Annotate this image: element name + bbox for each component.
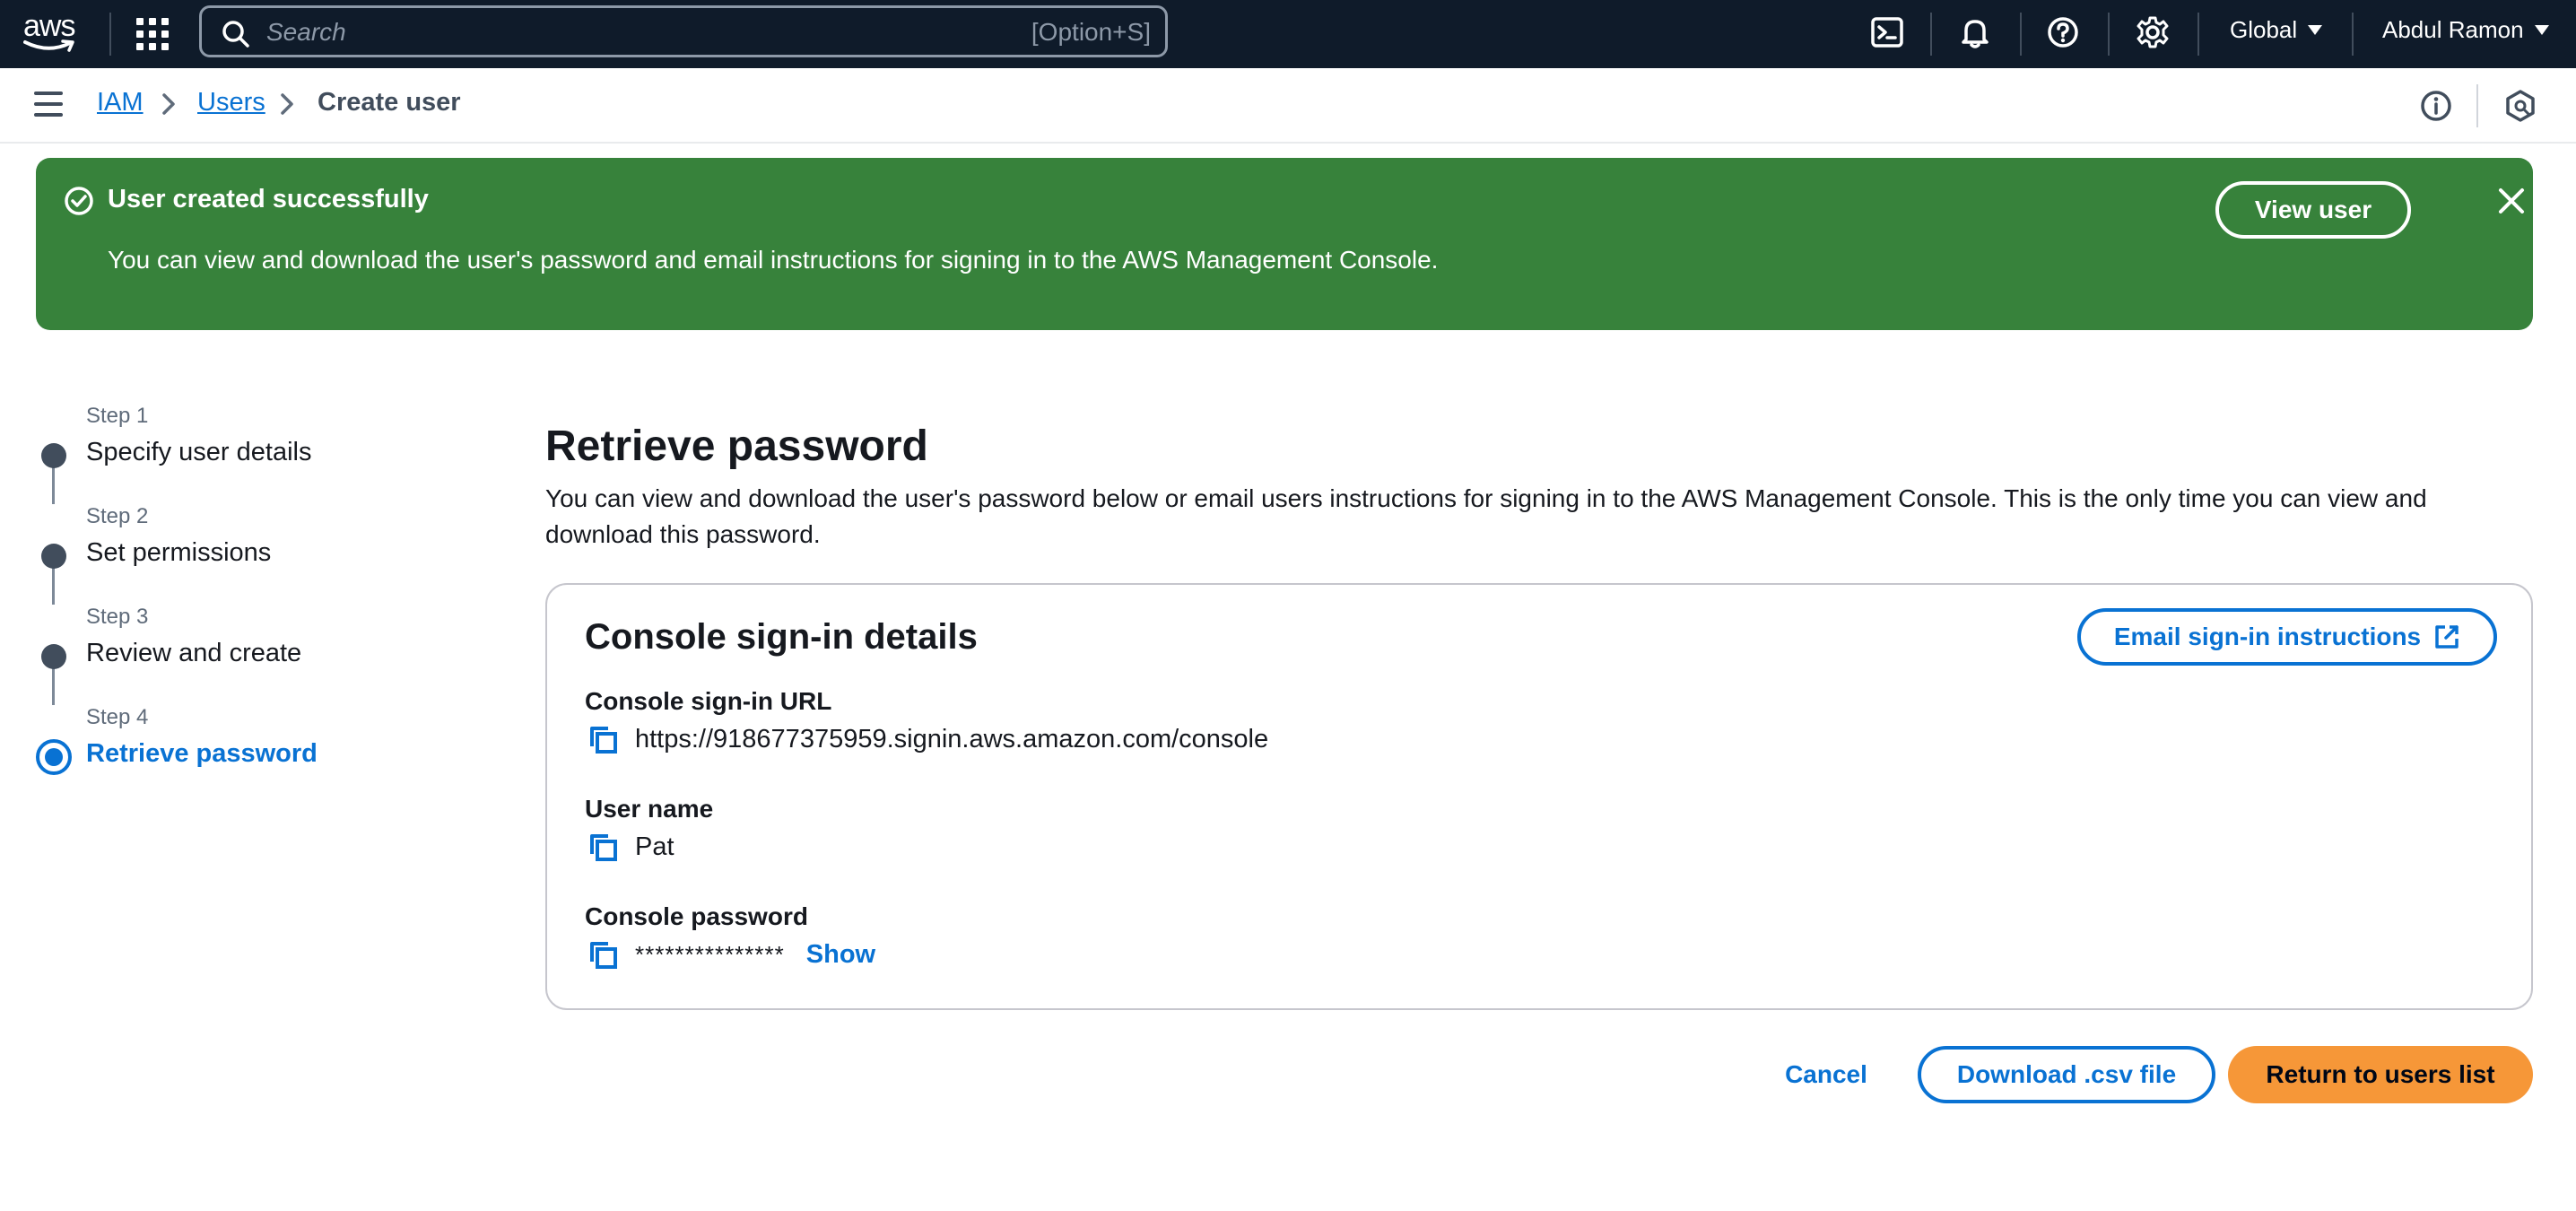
password-value: ***************: [635, 940, 785, 968]
nav-divider: [2020, 13, 2022, 56]
step-number: Step 2: [86, 504, 149, 528]
help-icon[interactable]: [2045, 14, 2081, 50]
nav-divider: [109, 13, 111, 56]
account-menu[interactable]: Abdul Ramon: [2382, 16, 2549, 44]
email-sign-in-instructions-button[interactable]: Email sign-in instructions: [2077, 608, 2497, 666]
top-navigation: aws Search [Option+S] Global Abdul Ramon: [0, 0, 2576, 68]
nav-divider: [2352, 13, 2354, 56]
view-user-button[interactable]: View user: [2215, 181, 2411, 239]
step-label[interactable]: Review and create: [86, 639, 301, 668]
divider: [2476, 84, 2478, 127]
wizard-step-4: Step 4 Retrieve password: [36, 705, 502, 795]
security-hexagon-icon[interactable]: [2502, 88, 2538, 124]
password-label: Console password: [585, 902, 808, 930]
external-link-icon: [2435, 625, 2459, 649]
success-flash-banner: User created successfully You can view a…: [36, 158, 2533, 330]
step-number: Step 1: [86, 404, 149, 428]
wizard-steps: Step 1 Specify user details Step 2 Set p…: [36, 404, 502, 780]
cloudshell-icon[interactable]: [1869, 14, 1905, 50]
breadcrumb-iam[interactable]: IAM: [97, 88, 144, 118]
chevron-right-icon: [281, 93, 293, 115]
success-check-icon: [65, 187, 93, 215]
step-number: Step 3: [86, 605, 149, 629]
info-icon[interactable]: [2418, 88, 2454, 124]
username-label: User name: [585, 795, 714, 823]
search-input[interactable]: Search [Option+S]: [199, 5, 1168, 57]
page-description: You can view and download the user's pas…: [545, 484, 2427, 548]
step-indicator: [41, 544, 66, 569]
region-selector[interactable]: Global: [2230, 16, 2323, 44]
step-indicator-active: [36, 739, 72, 775]
step-indicator: [41, 644, 66, 669]
flash-title: User created successfully: [108, 185, 429, 213]
wizard-step-1: Step 1 Specify user details: [36, 404, 502, 493]
search-icon: [222, 21, 249, 48]
cancel-button[interactable]: Cancel: [1763, 1046, 1889, 1103]
card-title: Console sign-in details: [585, 617, 978, 657]
step-indicator: [41, 443, 66, 468]
nav-divider: [1930, 13, 1932, 56]
username-value: Pat: [635, 832, 674, 861]
wizard-step-3: Step 3 Review and create: [36, 605, 502, 694]
copy-icon[interactable]: [585, 829, 621, 865]
copy-icon[interactable]: [585, 937, 621, 972]
caret-down-icon: [2534, 25, 2549, 35]
step-label: Retrieve password: [86, 739, 318, 768]
copy-icon[interactable]: [585, 721, 621, 757]
username-row: Pat: [585, 829, 674, 865]
url-value: https://918677375959.signin.aws.amazon.c…: [635, 724, 1269, 754]
search-shortcut: [Option+S]: [1031, 18, 1151, 46]
nav-divider: [2108, 13, 2110, 56]
url-row: https://918677375959.signin.aws.amazon.c…: [585, 721, 1268, 757]
flash-message: You can view and download the user's pas…: [108, 246, 1439, 274]
wizard-step-2: Step 2 Set permissions: [36, 504, 502, 594]
menu-icon[interactable]: [34, 91, 63, 117]
gear-icon[interactable]: [2135, 14, 2171, 50]
return-to-users-list-button[interactable]: Return to users list: [2228, 1046, 2533, 1103]
password-row: *************** Show: [585, 937, 875, 972]
services-grid-icon[interactable]: [136, 18, 169, 50]
download-csv-button[interactable]: Download .csv file: [1918, 1046, 2215, 1103]
chevron-right-icon: [162, 93, 175, 115]
breadcrumb-current: Create user: [318, 88, 461, 117]
breadcrumb-users[interactable]: Users: [197, 88, 265, 118]
breadcrumb-bar: IAM Users Create user: [0, 68, 2576, 144]
aws-logo[interactable]: aws: [22, 9, 81, 56]
step-number: Step 4: [86, 705, 149, 729]
caret-down-icon: [2308, 25, 2323, 35]
step-label[interactable]: Specify user details: [86, 438, 311, 467]
page-title: Retrieve password: [545, 423, 928, 470]
nav-divider: [2197, 13, 2199, 56]
bell-icon[interactable]: [1957, 14, 1993, 50]
url-label: Console sign-in URL: [585, 687, 832, 715]
sign-in-details-card: Console sign-in details Email sign-in in…: [545, 583, 2533, 1010]
aws-smile-icon: [23, 39, 74, 52]
search-placeholder: Search: [266, 18, 346, 46]
close-icon[interactable]: [2493, 183, 2529, 219]
show-password-link[interactable]: Show: [806, 940, 875, 970]
step-label[interactable]: Set permissions: [86, 538, 271, 568]
